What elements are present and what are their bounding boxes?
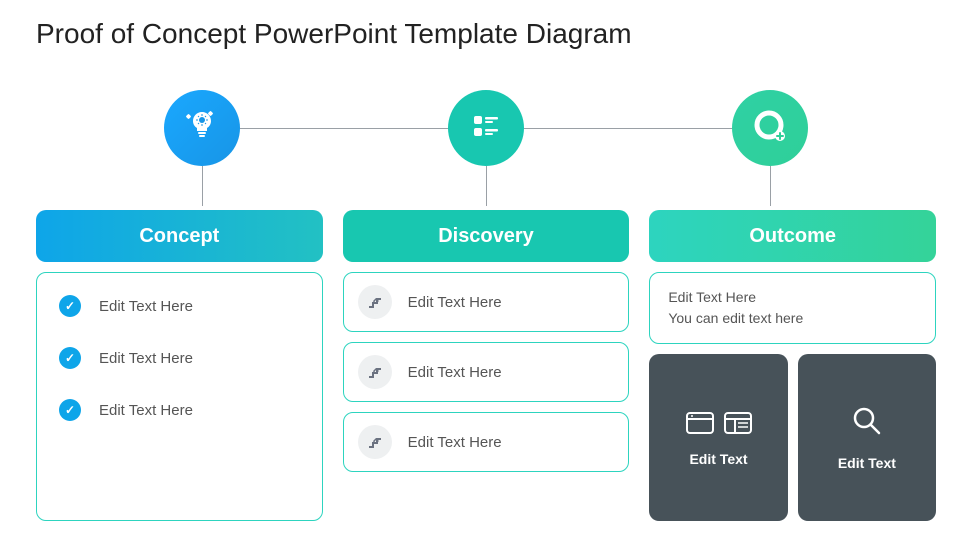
stairs-icon <box>358 425 392 459</box>
columns-container: Concept ✓ Edit Text Here ✓ Edit Text Her… <box>36 210 936 521</box>
check-icon: ✓ <box>59 399 81 421</box>
check-icon: ✓ <box>59 295 81 317</box>
outcome-circle <box>732 90 808 166</box>
outcome-card-windows: Edit Text <box>649 354 787 521</box>
outcome-card-search: Edit Text <box>798 354 936 521</box>
concept-header: Concept <box>36 210 323 262</box>
list-icon <box>468 108 504 149</box>
outcome-column: Outcome Edit Text Here You can edit text… <box>649 210 936 521</box>
list-item: Edit Text Here <box>343 272 630 332</box>
slide-title: Proof of Concept PowerPoint Template Dia… <box>0 0 972 50</box>
outcome-cards: Edit Text Edit Text <box>649 354 936 521</box>
list-item: ✓ Edit Text Here <box>59 347 300 369</box>
item-label: Edit Text Here <box>408 294 502 311</box>
list-item: ✓ Edit Text Here <box>59 295 300 317</box>
stairs-icon <box>358 285 392 319</box>
list-item: ✓ Edit Text Here <box>59 399 300 421</box>
item-label: Edit Text Here <box>99 402 193 419</box>
stairs-icon <box>358 355 392 389</box>
magnify-plus-icon <box>749 105 791 152</box>
search-icon <box>850 404 884 441</box>
list-item: Edit Text Here <box>343 412 630 472</box>
discovery-circle <box>448 90 524 166</box>
list-item: Edit Text Here <box>343 342 630 402</box>
windows-icon <box>685 409 753 437</box>
outcome-line2: You can edit text here <box>668 308 917 329</box>
item-label: Edit Text Here <box>99 298 193 315</box>
discovery-column: Discovery Edit Text Here Edit Text Here … <box>343 210 630 521</box>
outcome-text-box: Edit Text Here You can edit text here <box>649 272 936 344</box>
card-label: Edit Text <box>689 451 747 467</box>
concept-circle <box>164 90 240 166</box>
item-label: Edit Text Here <box>99 350 193 367</box>
discovery-header: Discovery <box>343 210 630 262</box>
outcome-line1: Edit Text Here <box>668 287 917 308</box>
outcome-header: Outcome <box>649 210 936 262</box>
card-label: Edit Text <box>838 455 896 471</box>
discovery-body: Edit Text Here Edit Text Here Edit Text … <box>343 272 630 521</box>
check-icon: ✓ <box>59 347 81 369</box>
concept-body: ✓ Edit Text Here ✓ Edit Text Here ✓ Edit… <box>36 272 323 521</box>
concept-column: Concept ✓ Edit Text Here ✓ Edit Text Her… <box>36 210 323 521</box>
lightbulb-gear-icon <box>182 106 222 151</box>
item-label: Edit Text Here <box>408 364 502 381</box>
item-label: Edit Text Here <box>408 434 502 451</box>
step-circles <box>0 90 972 170</box>
